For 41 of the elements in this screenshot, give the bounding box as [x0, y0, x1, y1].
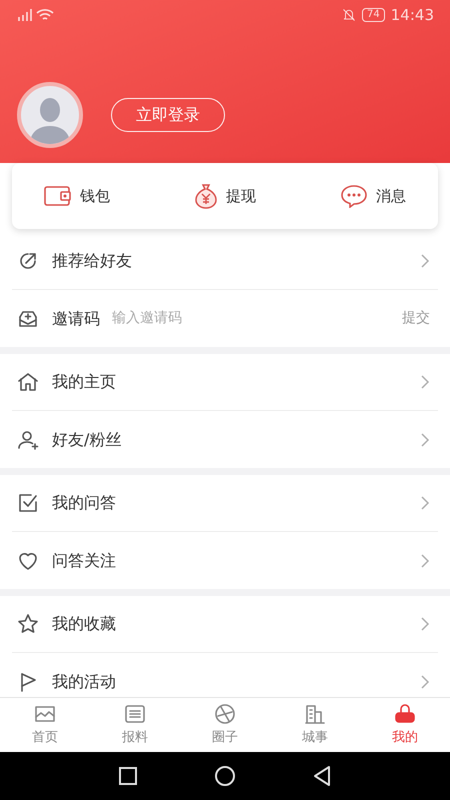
circle-icon [213, 702, 237, 726]
menu-item[interactable]: 我的问答 [12, 475, 438, 532]
chevron-right-icon [420, 552, 430, 568]
login-button[interactable]: 立即登录 [111, 98, 225, 132]
wallet-icon [44, 185, 72, 207]
back-triangle-icon[interactable] [312, 765, 332, 787]
chevron-right-icon [420, 374, 430, 390]
menu-item[interactable]: 好友/粉丝 [12, 411, 438, 468]
building-icon [303, 702, 327, 726]
checkbox-icon [16, 491, 40, 515]
chevron-right-icon [420, 495, 430, 511]
money-bag-icon [194, 183, 218, 209]
quick-action[interactable]: 消息 [340, 184, 406, 208]
menu-item[interactable]: 推荐给好友 [12, 233, 438, 290]
home-circle-icon[interactable] [214, 765, 236, 787]
chevron-right-icon [420, 432, 430, 448]
star-icon [16, 612, 40, 636]
menu-item[interactable]: 我的活动 [12, 653, 438, 697]
chevron-right-icon [420, 253, 430, 269]
chat-bubble-icon [340, 184, 368, 208]
menu-item[interactable]: 我的主页 [12, 354, 438, 411]
bell-off-icon [342, 8, 356, 22]
tab[interactable]: 首页 [0, 698, 90, 752]
quick-action[interactable]: 提现 [194, 183, 256, 209]
tab[interactable]: 城事 [270, 698, 360, 752]
invite-code-field[interactable]: 输入邀请码 [112, 308, 390, 329]
tab[interactable]: 报料 [90, 698, 180, 752]
home-icon [16, 370, 40, 394]
wifi-icon [36, 8, 54, 22]
invite-code-label: 邀请码 [52, 308, 100, 330]
chevron-right-icon [420, 674, 430, 690]
menu-item[interactable]: 我的收藏 [12, 596, 438, 653]
tab[interactable]: 圈子 [180, 698, 270, 752]
chevron-right-icon [420, 616, 430, 632]
clock-time: 14:43 [390, 4, 434, 26]
tab[interactable]: 我的 [360, 698, 450, 752]
quick-action[interactable]: 钱包 [44, 184, 110, 208]
square-icon[interactable] [118, 766, 138, 786]
battery-indicator: 74 [362, 8, 385, 22]
signal-icon [16, 8, 32, 22]
menu-item[interactable]: 问答关注 [12, 532, 438, 589]
